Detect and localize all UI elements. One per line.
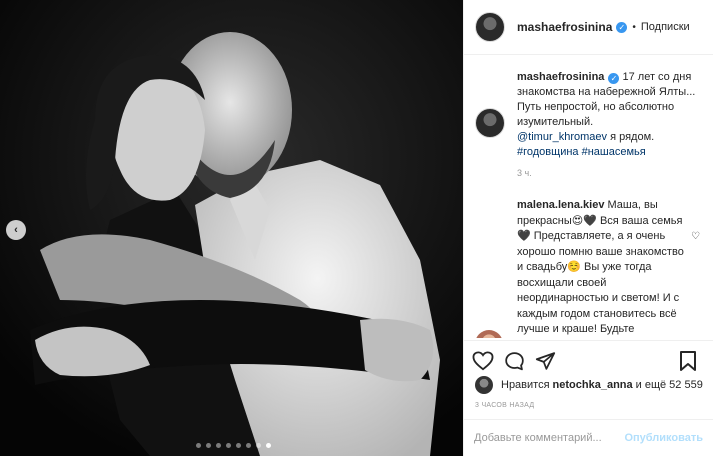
carousel-dot-active [266,443,271,448]
carousel-indicators [196,443,271,448]
likes-prefix: Нравится [501,379,550,391]
comment-text: malena.lena.kiev Маша, вы прекрасны😍🖤 Вс… [517,198,687,338]
previous-photo-button[interactable]: ‹ [6,220,26,240]
share-icon[interactable] [535,351,556,371]
comments-list[interactable]: mashaefrosinina ✓ 17 лет со дня знакомств… [464,56,713,338]
mention-link[interactable]: @timur_khromaev [517,131,607,143]
caption-avatar[interactable] [475,108,505,138]
carousel-dot [196,443,201,448]
bookmark-icon[interactable] [679,350,697,372]
author-username[interactable]: mashaefrosinina [517,20,612,34]
caption-time[interactable]: 3 ч. [517,168,701,178]
post-timestamp[interactable]: 3 ЧАСОВ НАЗАД [475,402,534,409]
caption-body-2: я рядом. [607,131,655,143]
carousel-dot [246,443,251,448]
verified-icon: ✓ [616,21,628,33]
carousel-dot [236,443,241,448]
comment-body: Маша, вы прекрасны😍🖤 Вся ваша семья🖤 Пре… [517,199,684,335]
likes-summary: Нравится netochka_anna и ещё 52 559 [475,376,703,394]
comment-input[interactable] [474,432,625,444]
like-comment-heart-icon[interactable]: ♡ [691,231,700,242]
likes-count[interactable]: и ещё 52 559 [636,379,703,391]
separator-dot: • [632,21,636,33]
carousel-dot [226,443,231,448]
like-heart-icon[interactable] [472,350,494,371]
verified-icon: ✓ [608,73,620,84]
publish-button[interactable]: Опубликовать [624,432,703,444]
post-header: mashaefrosinina ✓ • Подписки [464,0,713,55]
post-actions [464,340,713,380]
caption-text: mashaefrosinina ✓ 17 лет со дня знакомств… [517,70,701,160]
carousel-dot [256,443,261,448]
post-photo-image [0,0,463,456]
following-button[interactable]: Подписки [641,21,690,33]
liker-username[interactable]: netochka_anna [553,379,633,391]
carousel-dot [216,443,221,448]
carousel-dot [206,443,211,448]
post-side-panel: mashaefrosinina ✓ • Подписки mashaefrosi… [463,0,713,456]
commenter-avatar[interactable] [475,330,503,338]
post-caption: mashaefrosinina ✓ 17 лет со дня знакомств… [475,70,701,160]
chevron-left-icon: ‹ [14,224,18,236]
add-comment-bar: Опубликовать [464,419,713,456]
hashtags-link[interactable]: #годовщина #нашасемья [517,146,646,158]
author-avatar[interactable] [475,12,505,42]
caption-username[interactable]: mashaefrosinina [517,71,604,83]
commenter-username[interactable]: malena.lena.kiev [517,199,604,211]
post-photo[interactable]: ‹ [0,0,463,456]
comment-bubble-icon[interactable] [504,351,525,371]
comment-item: malena.lena.kiev Маша, вы прекрасны😍🖤 Вс… [475,198,701,338]
liker-avatar[interactable] [475,376,493,394]
